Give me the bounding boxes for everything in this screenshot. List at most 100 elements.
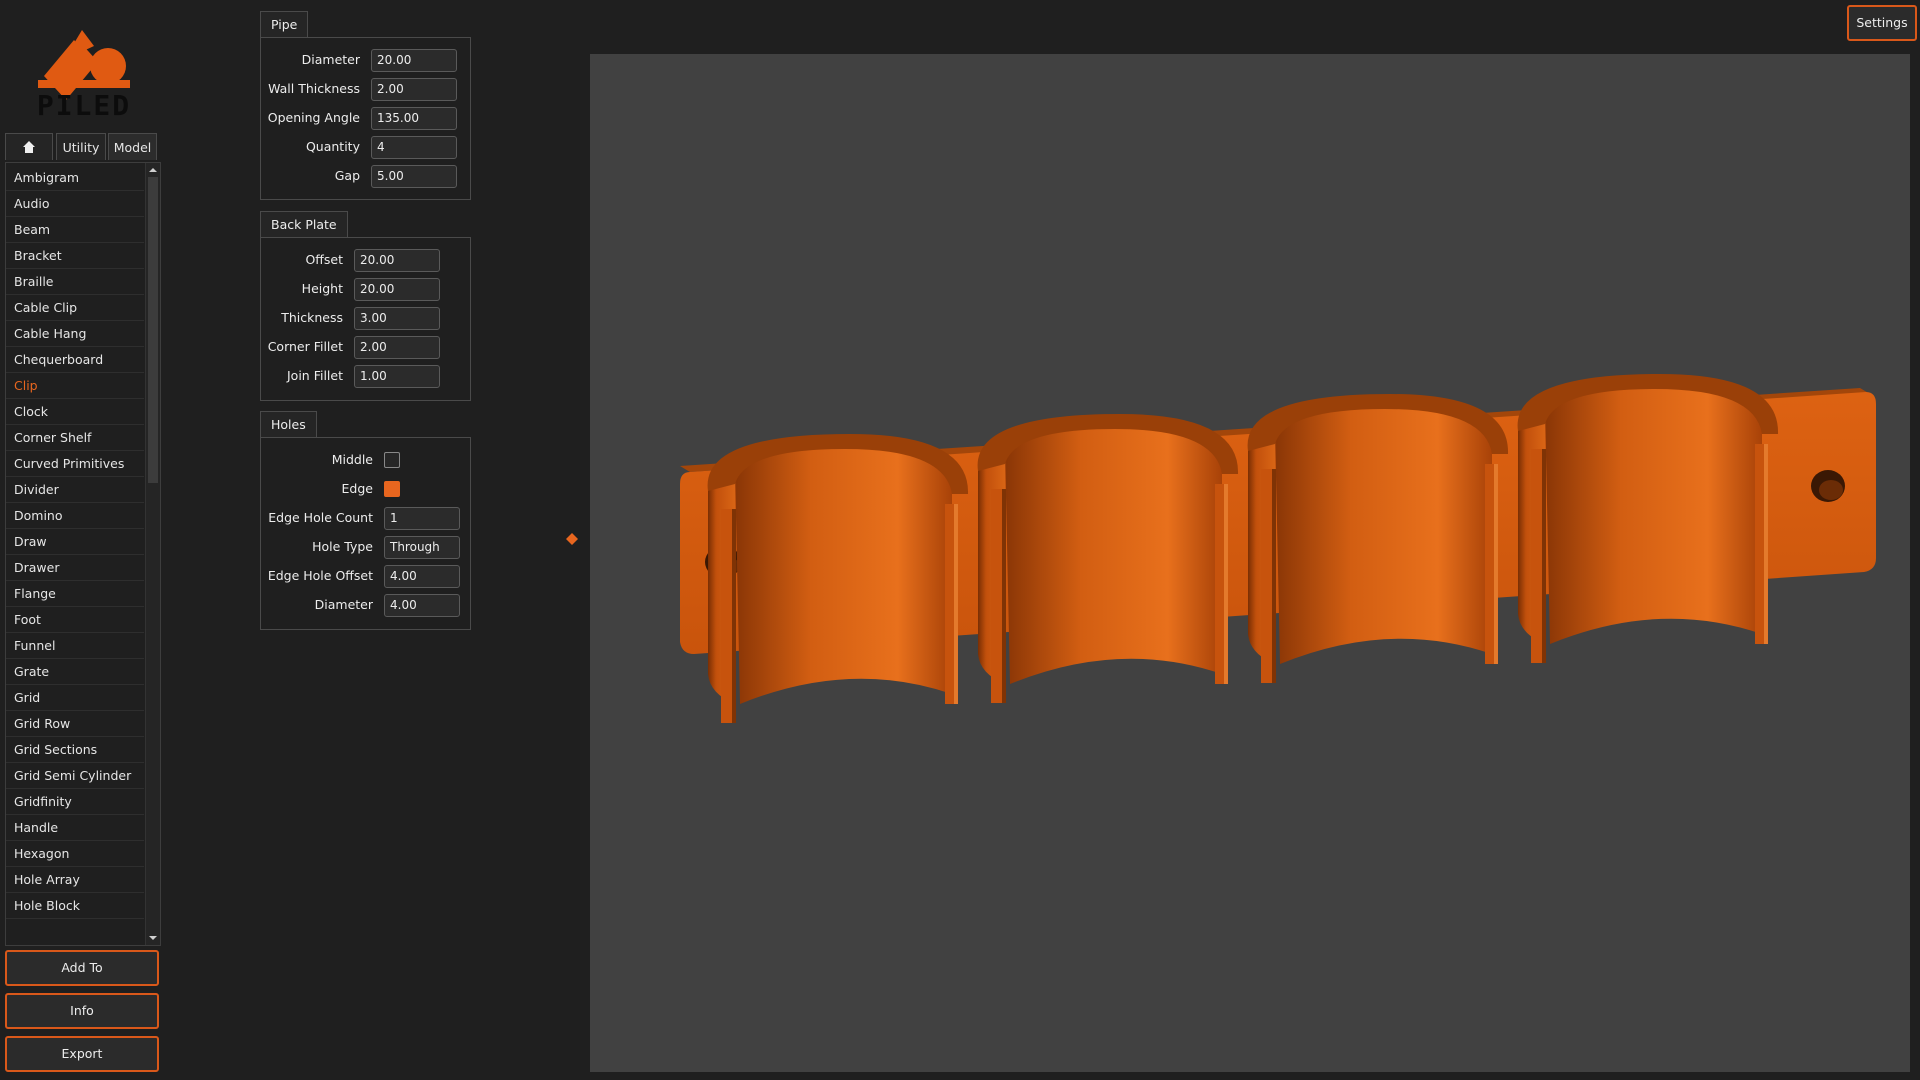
edge-hole-count-row: Edge Hole Count 1 bbox=[261, 505, 470, 531]
model-list-items: Ambigram Audio Beam Bracket Braille Cable Cli… bbox=[6, 165, 144, 919]
hole-type-select[interactable]: Through bbox=[384, 536, 460, 559]
thickness-input[interactable]: 3.00 bbox=[354, 307, 440, 330]
model-list-item[interactable]: Grid Semi Cylinder bbox=[6, 763, 144, 789]
holes-group: Middle Edge Edge Hole Count 1 Hole Type … bbox=[260, 437, 471, 630]
model-list-item[interactable]: Handle bbox=[6, 815, 144, 841]
join-fillet-row: Join Fillet 1.00 bbox=[261, 363, 470, 389]
edge-checkbox[interactable] bbox=[384, 481, 400, 497]
model-list-item[interactable]: Funnel bbox=[6, 633, 144, 659]
scroll-up-arrow-icon[interactable] bbox=[148, 165, 158, 175]
opening-angle-row: Opening Angle 135.00 bbox=[261, 105, 470, 131]
wall-thickness-input[interactable]: 2.00 bbox=[371, 78, 457, 101]
model-list-item[interactable]: Ambigram bbox=[6, 165, 144, 191]
model-list-item[interactable]: Draw bbox=[6, 529, 144, 555]
corner-fillet-row: Corner Fillet 2.00 bbox=[261, 334, 470, 360]
settings-button[interactable]: Settings bbox=[1847, 5, 1917, 41]
wall-thickness-row: Wall Thickness 2.00 bbox=[261, 76, 470, 102]
model-list[interactable]: Ambigram Audio Beam Bracket Braille Cable Cli… bbox=[5, 162, 161, 946]
opening-angle-input[interactable]: 135.00 bbox=[371, 107, 457, 130]
wall-thickness-label: Wall Thickness bbox=[268, 81, 360, 96]
quantity-label: Quantity bbox=[305, 139, 360, 154]
model-list-item[interactable]: Hexagon bbox=[6, 841, 144, 867]
back-plate-group-title: Back Plate bbox=[260, 211, 348, 237]
model-list-item[interactable]: Grid Sections bbox=[6, 737, 144, 763]
model-list-item[interactable]: Domino bbox=[6, 503, 144, 529]
hole-diameter-row: Diameter 4.00 bbox=[261, 592, 470, 618]
model-list-item[interactable]: Grid Row bbox=[6, 711, 144, 737]
height-label: Height bbox=[301, 281, 343, 296]
tab-utility[interactable]: Utility bbox=[56, 133, 106, 160]
model-list-item[interactable]: Foot bbox=[6, 607, 144, 633]
gap-input[interactable]: 5.00 bbox=[371, 165, 457, 188]
height-input[interactable]: 20.00 bbox=[354, 278, 440, 301]
export-button[interactable]: Export bbox=[5, 1036, 159, 1072]
tab-home[interactable] bbox=[5, 133, 53, 160]
model-list-item[interactable]: Grate bbox=[6, 659, 144, 685]
corner-fillet-input[interactable]: 2.00 bbox=[354, 336, 440, 359]
model-list-item[interactable]: Cable Clip bbox=[6, 295, 144, 321]
pipe-clip bbox=[1247, 394, 1509, 683]
model-list-item[interactable]: Clip bbox=[6, 373, 144, 399]
middle-label: Middle bbox=[331, 452, 373, 467]
model-list-item[interactable]: Flange bbox=[6, 581, 144, 607]
edge-hole-offset-input[interactable]: 4.00 bbox=[384, 565, 460, 588]
model-list-item[interactable]: Audio bbox=[6, 191, 144, 217]
hole-diameter-input[interactable]: 4.00 bbox=[384, 594, 460, 617]
hole-type-row: Hole Type Through bbox=[261, 534, 470, 560]
model-list-scrollbar[interactable] bbox=[145, 163, 160, 945]
scroll-thumb[interactable] bbox=[148, 177, 158, 483]
model-list-item[interactable]: Braille bbox=[6, 269, 144, 295]
model-list-item[interactable]: Bracket bbox=[6, 243, 144, 269]
height-row: Height 20.00 bbox=[261, 276, 470, 302]
middle-checkbox[interactable] bbox=[384, 452, 400, 468]
opening-angle-label: Opening Angle bbox=[267, 110, 360, 125]
panel-splitter-handle-icon[interactable] bbox=[566, 533, 578, 545]
pipe-group-title: Pipe bbox=[260, 11, 309, 37]
add-to-button[interactable]: Add To bbox=[5, 950, 159, 986]
model-list-item[interactable]: Drawer bbox=[6, 555, 144, 581]
quantity-input[interactable]: 4 bbox=[371, 136, 457, 159]
tab-model[interactable]: Model bbox=[108, 133, 157, 160]
model-list-item[interactable]: Clock bbox=[6, 399, 144, 425]
model-list-item[interactable]: Cable Hang bbox=[6, 321, 144, 347]
model-list-item[interactable]: Gridfinity bbox=[6, 789, 144, 815]
info-button[interactable]: Info bbox=[5, 993, 159, 1029]
edge-hole-count-input[interactable]: 1 bbox=[384, 507, 460, 530]
quantity-row: Quantity 4 bbox=[261, 134, 470, 160]
model-list-item[interactable]: Corner Shelf bbox=[6, 425, 144, 451]
model-list-item[interactable]: Beam bbox=[6, 217, 144, 243]
hole-diameter-label: Diameter bbox=[314, 597, 373, 612]
model-list-item[interactable]: Curved Primitives bbox=[6, 451, 144, 477]
model-list-item[interactable]: Grid bbox=[6, 685, 144, 711]
clip-model-render bbox=[680, 374, 1876, 723]
gap-row: Gap 5.00 bbox=[261, 163, 470, 189]
offset-label: Offset bbox=[305, 252, 343, 267]
model-list-item[interactable]: Hole Array bbox=[6, 867, 144, 893]
edge-hole-offset-row: Edge Hole Offset 4.00 bbox=[261, 563, 470, 589]
pipe-clip bbox=[1517, 374, 1779, 663]
model-list-item[interactable]: Hole Block bbox=[6, 893, 144, 919]
back-plate-group: Offset 20.00 Height 20.00 Thickness 3.00… bbox=[260, 237, 471, 401]
model-list-item[interactable]: Chequerboard bbox=[6, 347, 144, 373]
pipe-group: Diameter 20.00 Wall Thickness 2.00 Openi… bbox=[260, 37, 471, 200]
3d-viewport[interactable] bbox=[590, 54, 1910, 1072]
hole-type-label: Hole Type bbox=[312, 539, 373, 554]
middle-row: Middle bbox=[261, 447, 470, 473]
join-fillet-input[interactable]: 1.00 bbox=[354, 365, 440, 388]
model-list-item[interactable]: Divider bbox=[6, 477, 144, 503]
pipe-diameter-row: Diameter 20.00 bbox=[261, 47, 470, 73]
edge-hole-count-label: Edge Hole Count bbox=[268, 510, 373, 525]
scroll-down-arrow-icon[interactable] bbox=[148, 933, 158, 943]
join-fillet-label: Join Fillet bbox=[287, 368, 343, 383]
piled-logo: PILED bbox=[37, 30, 130, 118]
corner-fillet-label: Corner Fillet bbox=[267, 339, 343, 354]
thickness-row: Thickness 3.00 bbox=[261, 305, 470, 331]
pipe-diameter-label: Diameter bbox=[301, 52, 360, 67]
edge-row: Edge bbox=[261, 476, 470, 502]
pipe-clip bbox=[977, 414, 1239, 703]
pipe-diameter-input[interactable]: 20.00 bbox=[371, 49, 457, 72]
offset-input[interactable]: 20.00 bbox=[354, 249, 440, 272]
thickness-label: Thickness bbox=[281, 310, 343, 325]
holes-group-title: Holes bbox=[260, 411, 317, 437]
home-icon bbox=[23, 141, 35, 153]
